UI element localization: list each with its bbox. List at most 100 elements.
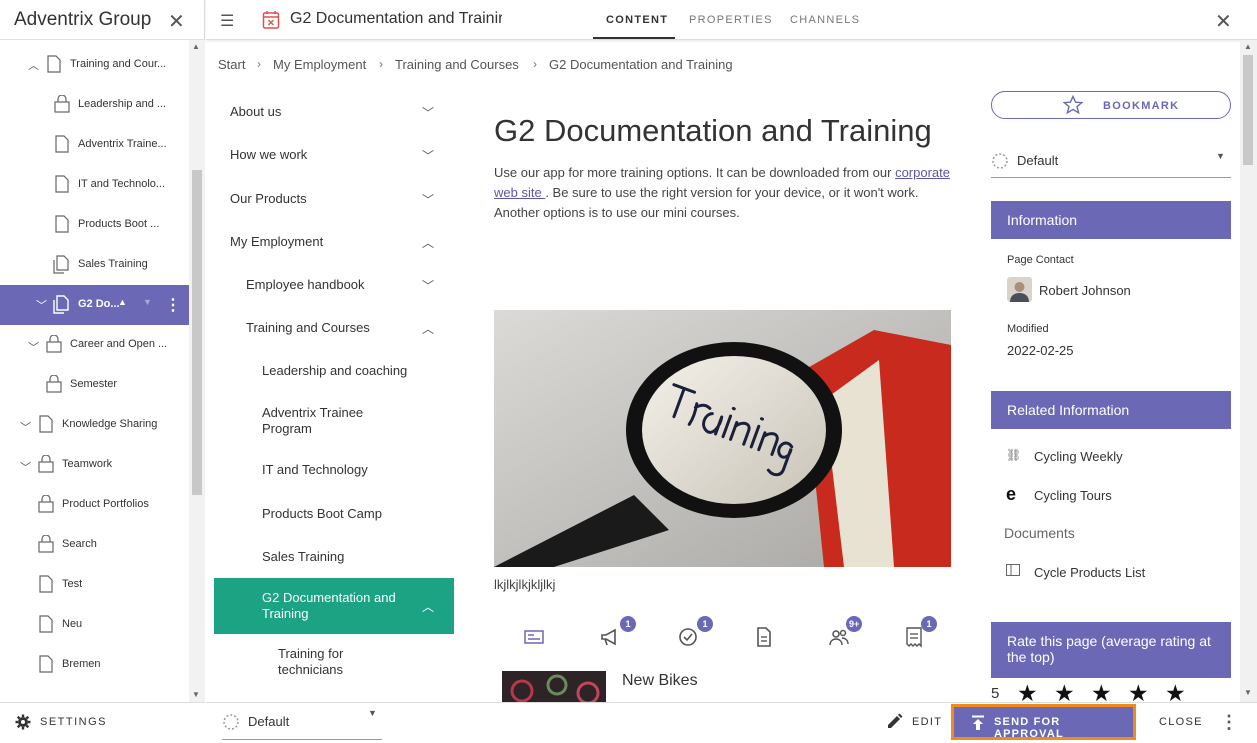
tree-item[interactable]: Adventrix Traine... [0, 125, 189, 165]
check-circle-icon[interactable] [677, 626, 699, 648]
document-link[interactable]: Cycle Products List [1034, 565, 1145, 580]
tab-content[interactable]: CONTENT [606, 14, 668, 26]
article-body: Use our app for more training options. I… [494, 163, 954, 223]
send-for-approval-button[interactable]: SEND FOR APPROVAL [951, 704, 1136, 740]
chevron-down-icon[interactable]: ﹀ [20, 419, 31, 435]
chevron-down-icon[interactable]: ﹀ [422, 104, 434, 121]
tab-channels[interactable]: CHANNELS [790, 14, 860, 26]
page-icon [39, 655, 53, 673]
edit-button[interactable]: EDIT [912, 716, 942, 728]
tree-item-label: Semester [70, 378, 118, 390]
tree-item[interactable]: Bremen [0, 645, 189, 685]
news-item-title[interactable]: New Bikes [622, 672, 698, 690]
nav-item-our-products[interactable]: Our Products ﹀ [214, 191, 454, 209]
nav-item-trainee-program[interactable]: Adventrix Trainee Program [214, 405, 454, 439]
nav-item-sales-training[interactable]: Sales Training [214, 549, 454, 567]
tree-item[interactable]: Search [0, 525, 189, 565]
settings-button[interactable]: SETTINGS [40, 716, 107, 728]
tree-item-label: Knowledge Sharing [62, 418, 158, 430]
rating-value: 5 [991, 685, 1000, 702]
chevron-down-icon[interactable]: ﹀ [28, 339, 39, 355]
tree-item[interactable]: Neu [0, 605, 189, 645]
pencil-icon[interactable] [886, 713, 903, 730]
content-scrollbar-thumb[interactable] [1243, 55, 1253, 165]
tree-item[interactable]: IT and Technolo... [0, 165, 189, 205]
bookmark-button[interactable]: BOOKMARK [991, 91, 1231, 119]
tree-scrollbar-thumb[interactable] [192, 170, 202, 495]
bottom-language-select[interactable]: Default ▼ [222, 704, 382, 740]
page-contact-name[interactable]: Robert Johnson [1039, 283, 1131, 298]
nav-item-leadership[interactable]: Leadership and coaching [214, 363, 454, 381]
chevron-down-icon[interactable]: ﹀ [36, 297, 47, 313]
close-editor-icon[interactable]: ✕ [1215, 9, 1232, 34]
nav-item-how-we-work[interactable]: How we work ﹀ [214, 147, 454, 165]
language-select[interactable]: Default ▼ [991, 143, 1231, 178]
tree-item-label: Adventrix Traine... [78, 138, 167, 150]
nav-item-employee-handbook[interactable]: Employee handbook ﹀ [214, 277, 454, 295]
nav-item-label: Employee handbook [246, 277, 365, 292]
chevron-down-icon[interactable]: ﹀ [20, 459, 31, 475]
chevron-up-icon[interactable]: ︿ [28, 57, 39, 73]
related-link[interactable]: Cycling Weekly [1034, 449, 1123, 464]
receipt-icon[interactable] [903, 626, 925, 648]
menu-icon[interactable]: ☰ [220, 11, 234, 31]
site-title: Adventrix Group [14, 9, 152, 30]
news-thumbnail[interactable] [502, 671, 606, 702]
move-up-icon[interactable]: ▲ [118, 297, 127, 307]
tab-properties[interactable]: PROPERTIES [689, 14, 773, 26]
page-contact-label: Page Contact [1007, 254, 1074, 266]
close-icon[interactable]: ✕ [168, 9, 185, 34]
nav-item-it-technology[interactable]: IT and Technology [214, 462, 454, 480]
nav-item-training-technicians[interactable]: Training for technicians [214, 646, 454, 680]
nav-item-about-us[interactable]: About us ﹀ [214, 104, 454, 122]
tree-item[interactable]: Leadership and ... [0, 85, 189, 125]
scroll-up-icon[interactable]: ▲ [1244, 42, 1252, 51]
dropdown-arrow-icon[interactable]: ▼ [368, 708, 377, 718]
scroll-down-icon[interactable]: ▼ [1244, 688, 1252, 697]
document-icon[interactable] [753, 626, 775, 648]
breadcrumb-item[interactable]: My Employment [273, 57, 366, 72]
megaphone-icon[interactable] [599, 626, 621, 648]
nav-item-training-and-courses[interactable]: Training and Courses ︿ [214, 320, 454, 338]
tree-item-selected[interactable]: ﹀ G2 Do... ▲ ▼ ⋮ [0, 285, 189, 325]
tree-item[interactable]: ﹀ Knowledge Sharing [0, 405, 189, 445]
tree-item-label: Product Portfolios [62, 498, 149, 510]
tree-item[interactable]: Semester [0, 365, 189, 405]
tree-item-label: Teamwork [62, 458, 113, 470]
chevron-down-icon[interactable]: ﹀ [422, 147, 434, 164]
tree-item[interactable]: ︿ Training and Cour... [0, 45, 189, 85]
move-down-icon[interactable]: ▼ [143, 297, 152, 307]
nav-item-g2-documentation[interactable]: G2 Documentation and Training ︿ [214, 578, 454, 634]
tree-item[interactable]: Product Portfolios [0, 485, 189, 525]
breadcrumb-item[interactable]: Start [218, 57, 245, 72]
nav-item-boot-camp[interactable]: Products Boot Camp [214, 506, 454, 524]
chevron-down-icon[interactable]: ﹀ [422, 191, 434, 208]
chevron-down-icon[interactable]: ﹀ [422, 277, 434, 294]
page-icon [39, 615, 53, 633]
calendar-page-icon [262, 11, 280, 29]
chevron-up-icon[interactable]: ︿ [422, 598, 434, 615]
avatar[interactable] [1007, 277, 1032, 302]
people-icon[interactable] [828, 626, 850, 648]
tree-item[interactable]: ﹀ Career and Open ... [0, 325, 189, 365]
chevron-up-icon[interactable]: ︿ [422, 234, 434, 251]
tree-item[interactable]: Products Boot ... [0, 205, 189, 245]
dropdown-arrow-icon[interactable]: ▼ [1216, 151, 1225, 161]
scroll-down-icon[interactable]: ▼ [192, 690, 200, 699]
more-vert-icon[interactable]: ⋮ [165, 295, 181, 315]
news-icon[interactable] [523, 626, 545, 648]
gear-icon[interactable] [15, 714, 31, 730]
chevron-up-icon[interactable]: ︿ [422, 320, 434, 337]
close-button[interactable]: CLOSE [1159, 716, 1203, 728]
page-icon [55, 215, 69, 233]
tree-item[interactable]: Test [0, 565, 189, 605]
scroll-up-icon[interactable]: ▲ [192, 42, 200, 51]
tree-item[interactable]: Sales Training [0, 245, 189, 285]
tree-item-label: Neu [62, 618, 83, 630]
nav-item-my-employment[interactable]: My Employment ︿ [214, 234, 454, 252]
page-icon [55, 175, 69, 193]
tree-item[interactable]: ﹀ Teamwork [0, 445, 189, 485]
breadcrumb-item[interactable]: Training and Courses [395, 57, 519, 72]
more-vert-icon[interactable]: ⋮ [1220, 712, 1238, 733]
related-link[interactable]: Cycling Tours [1034, 488, 1112, 503]
